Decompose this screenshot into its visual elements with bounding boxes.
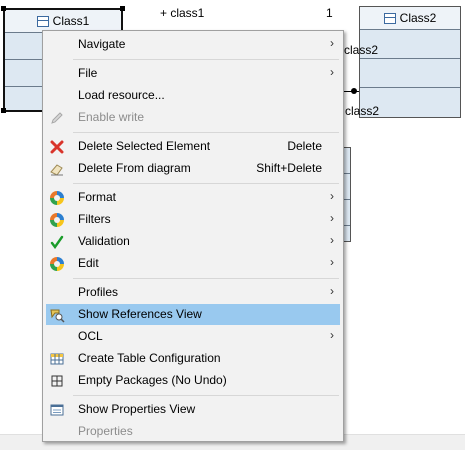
swirl-icon (49, 256, 65, 272)
check-icon (49, 234, 65, 250)
menu-separator (73, 395, 339, 396)
context-menu: Navigate › File › Load resource... Enabl… (42, 30, 344, 442)
association-role-label: class2 (344, 43, 379, 57)
delete-x-icon (49, 139, 65, 155)
chevron-right-icon: › (330, 211, 334, 225)
association-end-marker (351, 88, 357, 94)
selection-handle[interactable] (120, 6, 125, 11)
multiplicity-label: 1 (326, 6, 333, 20)
chevron-right-icon: › (330, 65, 334, 79)
class2-name: Class2 (399, 11, 437, 25)
menu-separator (73, 183, 339, 184)
selection-handle[interactable] (1, 6, 6, 11)
chevron-right-icon: › (330, 233, 334, 247)
menu-item-file[interactable]: File › (46, 63, 340, 84)
menu-item-properties: Properties (78, 424, 133, 438)
chevron-right-icon: › (330, 189, 334, 203)
menu-item-ocl[interactable]: OCL › (46, 326, 340, 347)
menu-item-filters[interactable]: Filters › (46, 209, 340, 230)
menu-separator (73, 278, 339, 279)
menu-item-delete-from-diagram[interactable]: Delete From diagram Shift+Delete (46, 158, 340, 179)
menu-item-format[interactable]: Format › (46, 187, 340, 208)
pencil-icon (49, 110, 65, 126)
menu-separator (73, 59, 339, 60)
properties-icon (49, 402, 65, 418)
menu-item-show-references-view[interactable]: Show References View (46, 304, 340, 325)
menu-item-profiles[interactable]: Profiles › (46, 282, 340, 303)
menu-item-edit[interactable]: Edit › (46, 253, 340, 274)
chevron-right-icon: › (330, 255, 334, 269)
menu-separator (73, 132, 339, 133)
class2-node[interactable]: Class2 (359, 6, 461, 118)
class1-name: Class1 (52, 14, 90, 28)
class2-header: Class2 (360, 7, 460, 30)
menu-item-empty-packages[interactable]: Empty Packages (No Undo) (46, 370, 340, 391)
grid-icon (49, 373, 65, 389)
shortcut-label: Shift+Delete (256, 161, 322, 175)
association-role-label: + class1 (160, 6, 205, 20)
swirl-icon (49, 190, 65, 206)
shortcut-label: Delete (287, 139, 322, 153)
chevron-right-icon: › (330, 36, 334, 50)
menu-item-load-resource[interactable]: Load resource... (46, 85, 340, 106)
references-icon (49, 307, 65, 323)
table-icon (49, 351, 65, 367)
menu-item-validation[interactable]: Validation › (46, 231, 340, 252)
menu-item-enable-write: Enable write (46, 107, 340, 128)
class-icon (36, 15, 49, 27)
menu-item-create-table-configuration[interactable]: Create Table Configuration (46, 348, 340, 369)
selection-handle[interactable] (1, 108, 6, 113)
class-icon (383, 12, 396, 24)
menu-item-show-properties-view[interactable]: Show Properties View (46, 399, 340, 420)
swirl-icon (49, 212, 65, 228)
chevron-right-icon: › (330, 284, 334, 298)
menu-item-navigate[interactable]: Navigate › (46, 34, 340, 55)
chevron-right-icon: › (330, 328, 334, 342)
association-role-label: class2 (345, 104, 380, 118)
menu-item-delete-selected-element[interactable]: Delete Selected Element Delete (46, 136, 340, 157)
class2-operations-compartment[interactable] (360, 59, 460, 88)
eraser-icon (49, 161, 65, 177)
